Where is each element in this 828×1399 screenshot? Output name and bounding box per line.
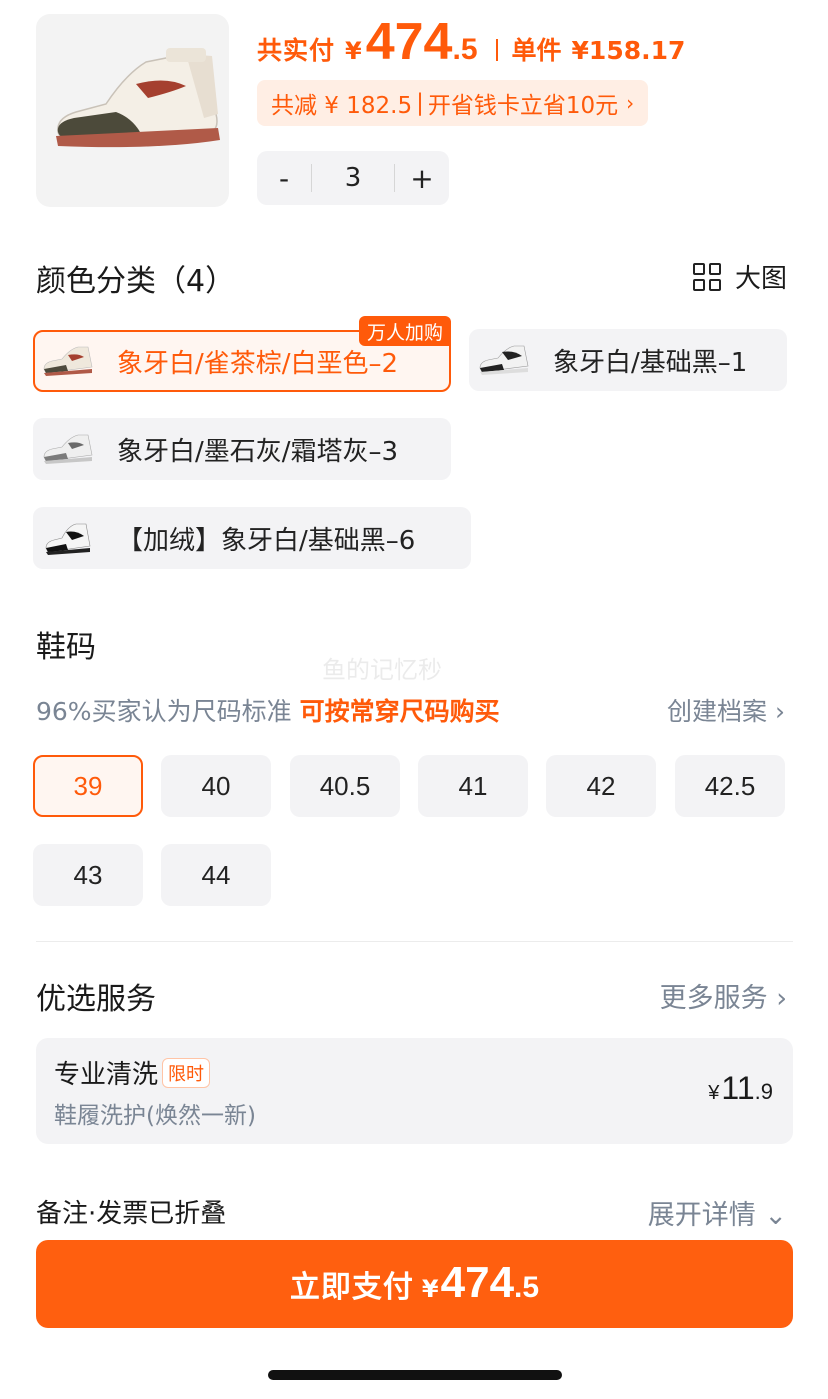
grid-view-icon (692, 262, 721, 291)
decrement-button[interactable]: - (257, 162, 311, 195)
color-option-label: 象牙白/基础黑–1 (553, 347, 748, 378)
pay-currency: ¥ (421, 1275, 439, 1303)
expand-details-link[interactable]: 展开详情 ⌄ (648, 1193, 787, 1232)
size-option[interactable]: 41 (418, 755, 528, 817)
currency-symbol: ¥ (345, 37, 362, 65)
size-option[interactable]: 39 (33, 755, 143, 817)
color-option-1[interactable]: 象牙白/雀茶棕/白垩色–2 万人加购 (33, 316, 451, 392)
discount-banner[interactable]: 共减 ¥ 182.5 | 开省钱卡立省10元 › (257, 80, 649, 126)
color-thumbnail (39, 513, 95, 563)
quantity-value[interactable]: 3 (312, 163, 394, 193)
service-desc: 鞋履洗护(焕然一新) (54, 1103, 256, 1129)
service-price-dec: .9 (754, 1079, 773, 1104)
pay-now-button[interactable]: 立即支付 ¥ 474 .5 (36, 1240, 793, 1328)
total-label: 共实付 (257, 36, 336, 65)
price-separator (495, 39, 498, 61)
size-option[interactable]: 43 (33, 844, 143, 906)
size-option[interactable]: 44 (161, 844, 271, 906)
size-option[interactable]: 40.5 (290, 755, 400, 817)
total-price-int: 474 (365, 13, 453, 71)
color-thumbnail (475, 335, 531, 385)
section-divider (36, 941, 793, 942)
service-price: ¥ 11 .9 (708, 1070, 773, 1107)
discount-pipe: | (416, 90, 424, 116)
chevron-right-icon: › (626, 91, 635, 115)
total-price-line: 共实付 ¥ 474 .5 单件 ¥158.17 (257, 16, 685, 72)
color-option-label: 象牙白/墨石灰/霜塔灰–3 (117, 436, 399, 467)
service-name-row: 专业清洗 限时 (54, 1054, 211, 1091)
service-name: 专业清洗 (54, 1060, 159, 1090)
size-hint: 96%买家认为尺码标准 可按常穿尺码购买 (36, 692, 500, 728)
watermark: 鱼的记忆秒 (322, 656, 442, 684)
color-option-3[interactable]: 象牙白/墨石灰/霜塔灰–3 (33, 418, 451, 480)
size-hint-text: 96%买家认为尺码标准 (36, 697, 292, 726)
color-option-label: 象牙白/雀茶棕/白垩色–2 (117, 348, 399, 379)
big-view-label: 大图 (734, 264, 787, 294)
discount-text: 共减 ¥ 182.5 (271, 93, 413, 119)
color-thumbnail (39, 336, 95, 386)
pay-amount-int: 474 (440, 1258, 515, 1307)
sneaker-image (56, 48, 220, 148)
color-option-2[interactable]: 象牙白/基础黑–1 (469, 329, 787, 391)
service-card-cleaning[interactable]: 专业清洗 限时 鞋履洗护(焕然一新) ¥ 11 .9 (36, 1038, 793, 1144)
unit-price: ¥158.17 (571, 36, 686, 65)
size-option[interactable]: 42 (546, 755, 656, 817)
limited-tag: 限时 (162, 1057, 211, 1088)
service-currency: ¥ (708, 1082, 720, 1104)
savings-card-text: 开省钱卡立省10元 (427, 93, 619, 119)
color-section-title: 颜色分类（4） (36, 264, 236, 299)
size-hint-highlight: 可按常穿尺码购买 (299, 697, 500, 726)
big-view-toggle[interactable]: 大图 (692, 258, 787, 295)
service-section-title: 优选服务 (36, 982, 156, 1017)
color-option-label: 【加绒】象牙白/基础黑–6 (117, 525, 416, 556)
color-option-4[interactable]: 【加绒】象牙白/基础黑–6 (33, 507, 471, 569)
more-services-link[interactable]: 更多服务 › (660, 976, 787, 1015)
remark-invoice-folded: 备注·发票已折叠 (36, 1199, 227, 1229)
unit-label: 单件 (511, 36, 562, 65)
color-thumbnail (39, 424, 95, 474)
product-thumbnail[interactable] (36, 14, 229, 207)
pay-amount-dec: .5 (514, 1271, 540, 1304)
popular-badge: 万人加购 (358, 316, 451, 346)
size-option[interactable]: 40 (161, 755, 271, 817)
quantity-stepper[interactable]: - 3 + (257, 151, 449, 205)
increment-button[interactable]: + (395, 162, 449, 195)
size-option[interactable]: 42.5 (675, 755, 785, 817)
home-indicator[interactable] (268, 1370, 562, 1380)
service-price-int: 11 (721, 1070, 755, 1106)
create-profile-link[interactable]: 创建档案 › (667, 692, 785, 728)
total-price-dec: .5 (452, 33, 478, 66)
size-section-title: 鞋码 (36, 630, 96, 665)
pay-label: 立即支付 (289, 1270, 414, 1305)
